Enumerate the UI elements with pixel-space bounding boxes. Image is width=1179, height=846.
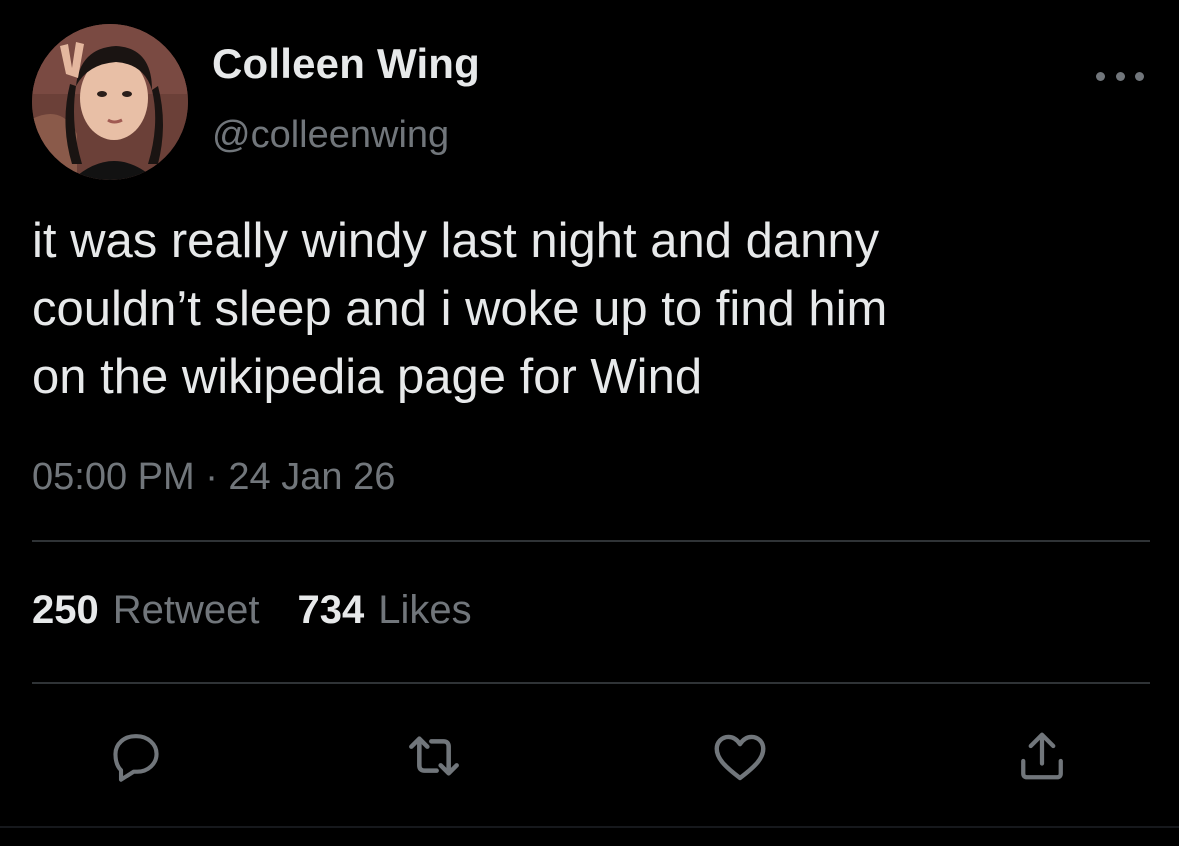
avatar-photo	[32, 24, 188, 180]
action-bar	[0, 724, 1179, 788]
more-dot	[1115, 71, 1125, 81]
retweet-button[interactable]	[402, 724, 466, 788]
heart-icon	[714, 734, 766, 781]
share-button[interactable]	[1010, 724, 1074, 788]
user-handle[interactable]: @colleenwing	[212, 114, 449, 157]
avatar[interactable]	[32, 24, 188, 180]
divider	[32, 540, 1150, 542]
divider	[32, 682, 1150, 684]
retweet-icon	[409, 736, 459, 776]
reply-button[interactable]	[104, 724, 168, 788]
more-options-icon[interactable]	[1096, 64, 1144, 88]
likes-count: 734	[297, 588, 365, 632]
bottom-divider	[0, 826, 1179, 828]
like-button[interactable]	[708, 724, 772, 788]
likes-label: Likes	[378, 588, 472, 632]
tweet-stats: 250 Retweet 734 Likes	[32, 588, 472, 633]
more-dot	[1096, 71, 1105, 81]
reply-icon	[113, 734, 159, 782]
retweet-count: 250	[32, 588, 99, 632]
tweet-text: it was really windy last night and danny…	[32, 214, 888, 404]
display-name[interactable]: Colleen Wing	[212, 40, 480, 88]
tweet-header: Colleen Wing @colleenwing	[32, 24, 1150, 184]
likes-stat[interactable]: 734 Likes	[298, 588, 472, 633]
retweet-stat[interactable]: 250 Retweet	[32, 588, 260, 633]
share-icon	[1021, 732, 1063, 780]
more-dot	[1135, 71, 1144, 81]
tweet-timestamp[interactable]: 05:00 PM · 24 Jan 26	[32, 456, 395, 499]
retweet-label: Retweet	[112, 588, 260, 632]
